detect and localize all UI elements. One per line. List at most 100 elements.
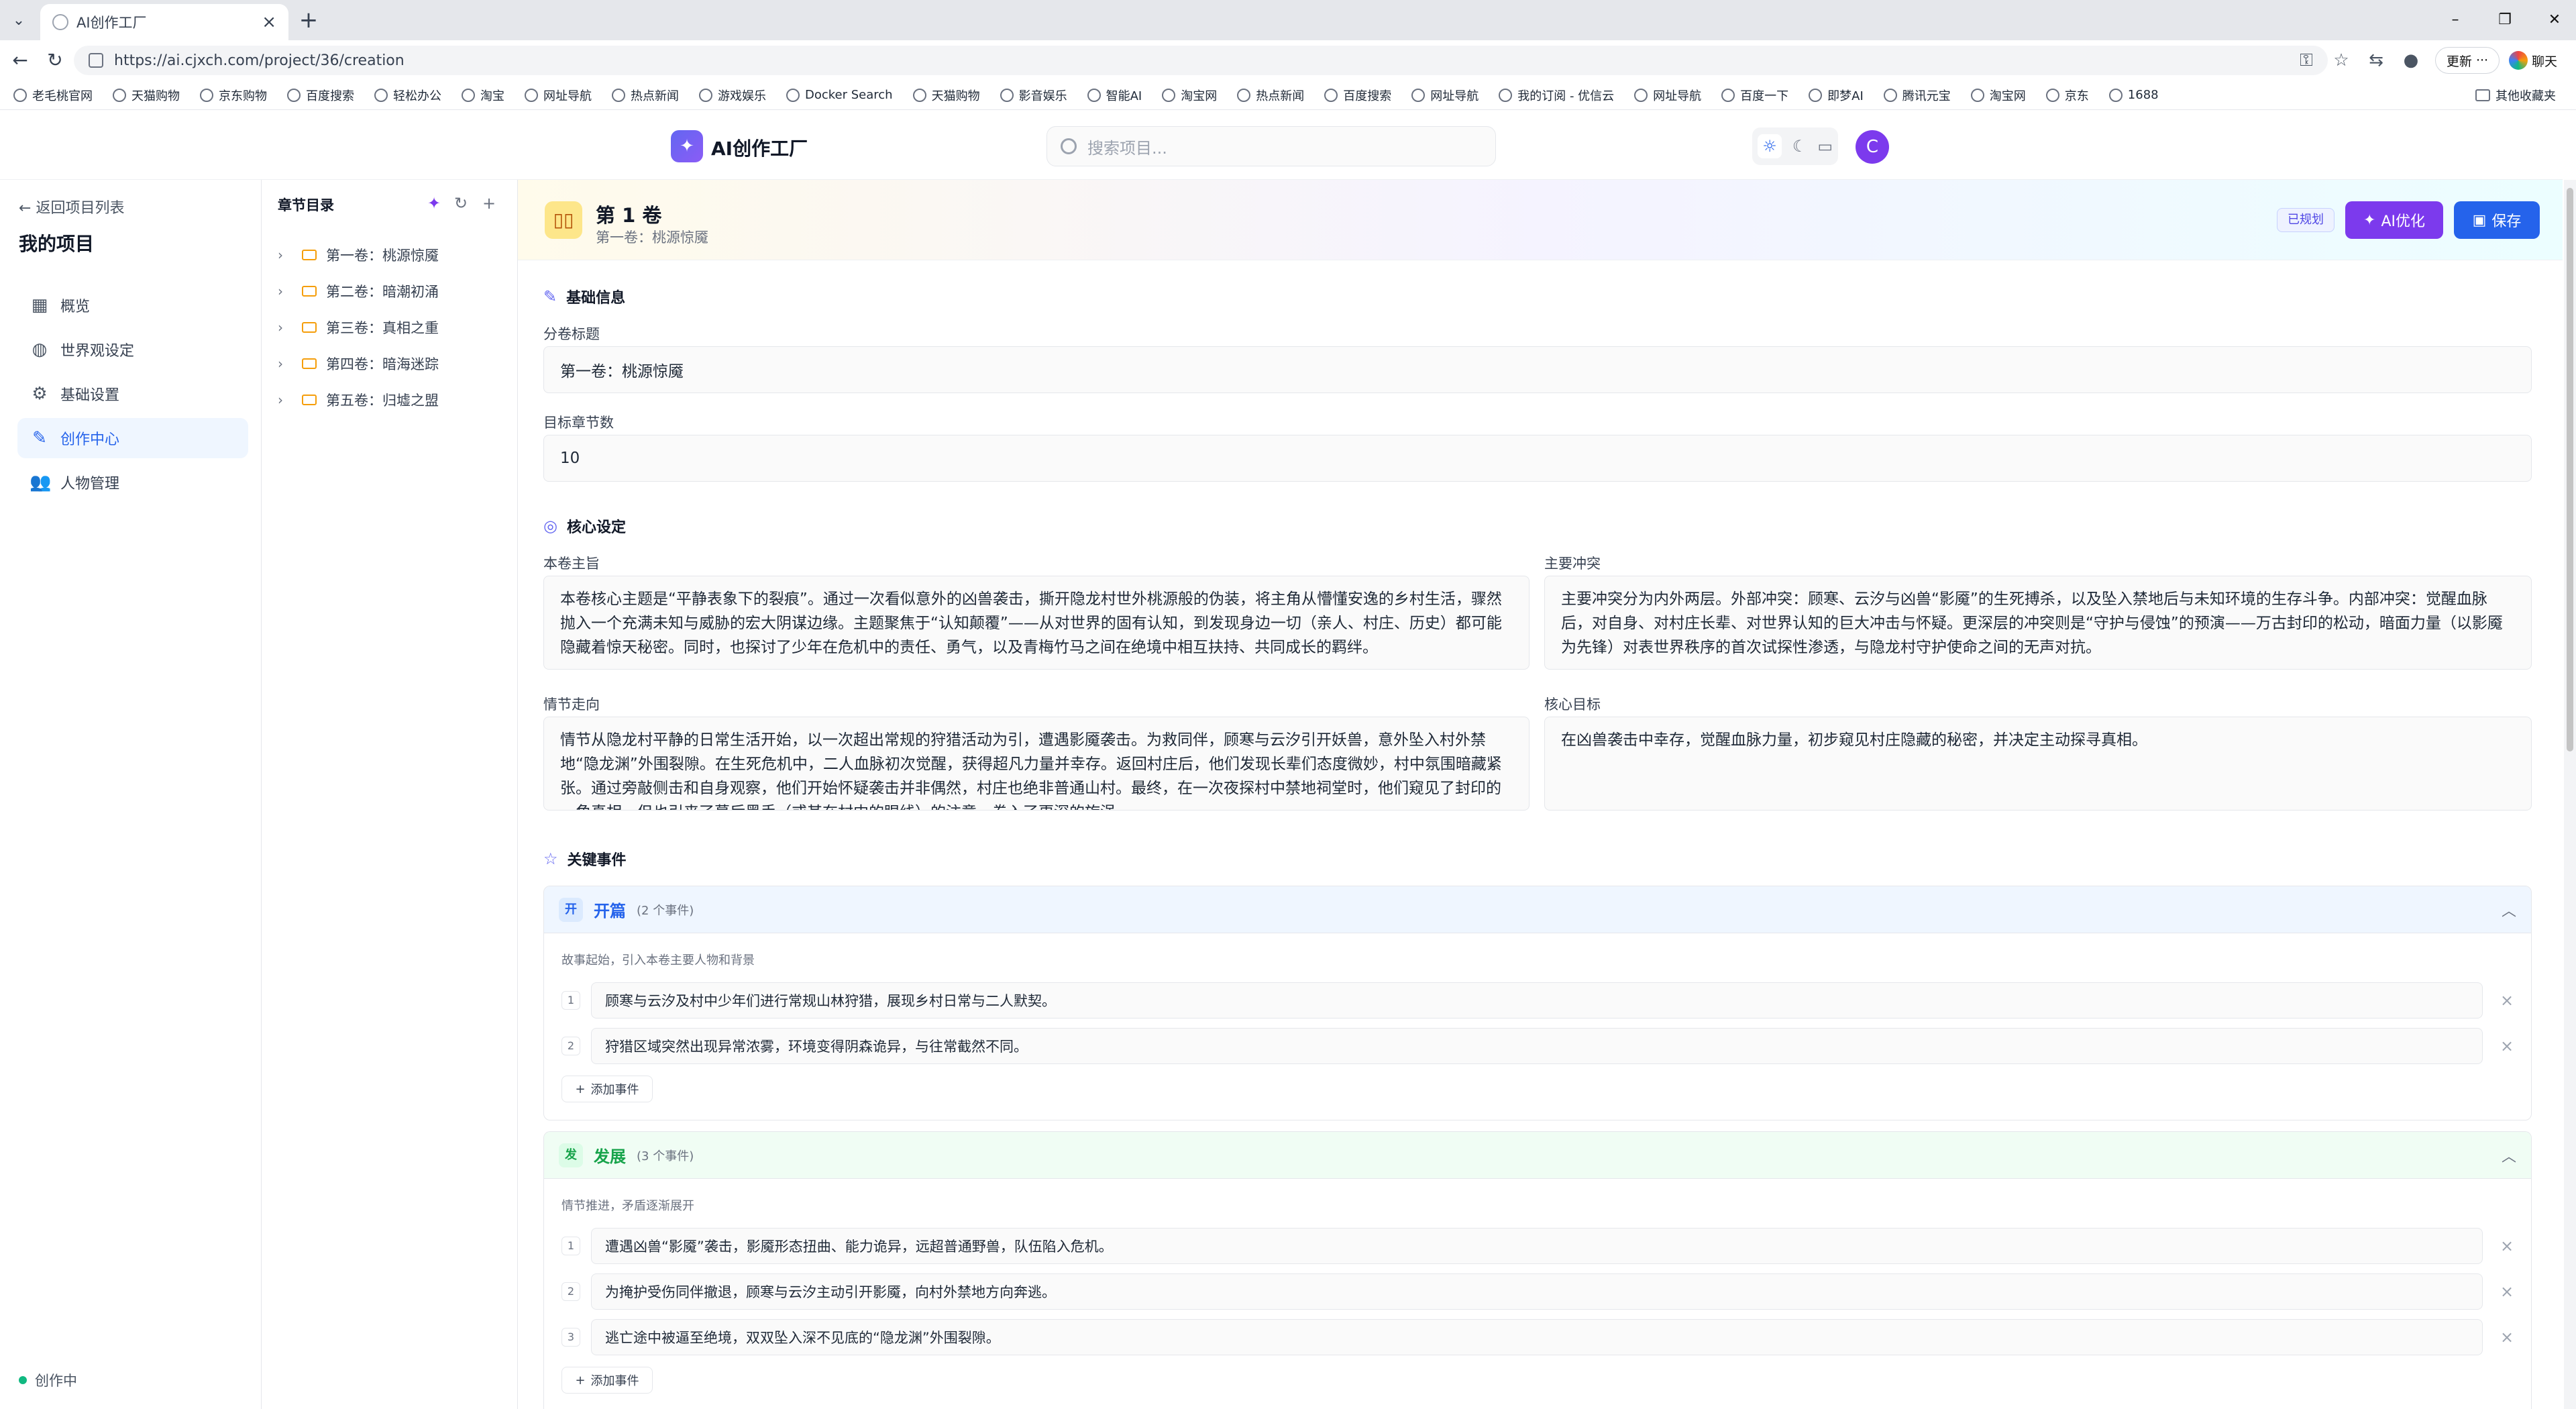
sidebar-item-overview[interactable]: ▦ 概览 bbox=[17, 285, 248, 325]
chapter-item[interactable]: › 第一卷：桃源惊魇 bbox=[278, 240, 439, 270]
status-dot bbox=[19, 1376, 27, 1384]
tab-favicon-icon bbox=[52, 14, 68, 30]
section-basic-info: ✎ 基础信息 bbox=[543, 287, 626, 307]
event-input[interactable]: 顾寒与云汐及村中少年们进行常规山林狩猎，展现乡村日常与二人默契。 bbox=[591, 982, 2483, 1019]
chat-button[interactable]: 聊天 bbox=[2509, 47, 2571, 74]
bookmark-item[interactable]: 影音娱乐 bbox=[1000, 87, 1067, 104]
remove-event-icon[interactable]: × bbox=[2500, 1037, 2514, 1055]
minimize-icon[interactable]: – bbox=[2435, 8, 2475, 32]
plus-icon: + bbox=[575, 1082, 586, 1096]
bookmark-item[interactable]: 腾讯元宝 bbox=[1883, 87, 1951, 104]
chapter-item[interactable]: › 第二卷：暗潮初涌 bbox=[278, 276, 439, 307]
search-input[interactable]: 搜索项目... bbox=[1046, 126, 1496, 166]
bookmark-item[interactable]: 淘宝 bbox=[462, 87, 504, 104]
bookmark-item[interactable]: 天猫购物 bbox=[113, 87, 180, 104]
bookmark-item[interactable]: 轻松办公 bbox=[374, 87, 441, 104]
plot-textarea[interactable]: 情节从隐龙村平静的日常生活开始，以一次超出常规的狩猎活动为引，遭遇影魇袭击。为救… bbox=[543, 717, 1529, 811]
globe-icon bbox=[699, 88, 712, 102]
browser-tab[interactable]: AI创作工厂 × bbox=[40, 4, 288, 40]
restore-icon[interactable]: ❐ bbox=[2485, 8, 2525, 32]
bookmark-item[interactable]: 我的订阅 - 优信云 bbox=[1499, 87, 1614, 104]
event-row: 2 为掩护受伤同伴撤退，顾寒与云汐主动引开影魇，向村外禁地方向奔逃。 × bbox=[561, 1269, 2531, 1314]
close-window-icon[interactable]: ✕ bbox=[2534, 8, 2575, 32]
folder-icon bbox=[302, 250, 317, 260]
sidebar-item-creation[interactable]: ✎ 创作中心 bbox=[17, 418, 248, 458]
chevron-right-icon: › bbox=[278, 356, 283, 372]
event-input[interactable]: 遭遇凶兽“影魇”袭击，影魇形态扭曲、能力诡异，远超普通野兽，队伍陷入危机。 bbox=[591, 1228, 2483, 1264]
light-theme-icon[interactable]: ☼ bbox=[1757, 134, 1782, 158]
update-button[interactable]: 更新 ··· bbox=[2435, 47, 2500, 74]
stage-header[interactable]: 发 发展 (3 个事件) ︿ bbox=[544, 1132, 2531, 1179]
avatar[interactable]: C bbox=[1856, 130, 1889, 164]
chevron-up-icon[interactable]: ︿ bbox=[2502, 899, 2516, 921]
chevron-right-icon: › bbox=[278, 392, 283, 408]
event-input[interactable]: 狩猎区域突然出现异常浓雾，环境变得阴森诡异，与往常截然不同。 bbox=[591, 1028, 2483, 1064]
globe-icon bbox=[2045, 88, 2059, 102]
app-title: AI创作工厂 bbox=[711, 138, 808, 160]
add-chapter-icon[interactable]: + bbox=[478, 192, 500, 215]
ai-optimize-button[interactable]: ✦ AI优化 bbox=[2345, 201, 2443, 239]
bookmark-item[interactable]: 热点新闻 bbox=[1237, 87, 1304, 104]
bookmark-item[interactable]: 淘宝网 bbox=[1970, 87, 2026, 104]
sidebar-item-worldview[interactable]: ◍ 世界观设定 bbox=[17, 329, 248, 370]
stage-development: 发 发展 (3 个事件) ︿ 情节推进，矛盾逐渐展开 1 遭遇凶兽“影魇”袭击，影… bbox=[543, 1131, 2532, 1409]
chapter-item[interactable]: › 第四卷：暗海迷踪 bbox=[278, 348, 439, 379]
back-to-projects-link[interactable]: ← 返回项目列表 bbox=[19, 196, 124, 217]
theme-textarea[interactable]: 本卷核心主题是“平静表象下的裂痕”。通过一次看似意外的凶兽袭击，撕开隐龙村世外桃… bbox=[543, 576, 1529, 670]
key-icon[interactable]: ⚿ bbox=[2294, 48, 2318, 72]
save-button[interactable]: ▣ 保存 bbox=[2454, 201, 2540, 239]
bookmark-item[interactable]: 百度搜索 bbox=[1324, 87, 1391, 104]
sidebar-item-settings[interactable]: ⚙ 基础设置 bbox=[17, 374, 248, 414]
reload-icon[interactable]: ↻ bbox=[42, 48, 68, 72]
bookmark-item[interactable]: 百度一下 bbox=[1721, 87, 1788, 104]
remove-event-icon[interactable]: × bbox=[2500, 1328, 2514, 1347]
bookmark-item[interactable]: 京东购物 bbox=[200, 87, 267, 104]
bookmark-item[interactable]: 天猫购物 bbox=[912, 87, 980, 104]
bookmark-item[interactable]: 网址导航 bbox=[525, 87, 592, 104]
add-event-button[interactable]: + 添加事件 bbox=[561, 1367, 653, 1394]
dark-theme-icon[interactable]: ☾ bbox=[1792, 137, 1807, 156]
tab-list-icon[interactable]: ⌄ bbox=[5, 8, 32, 34]
bookmark-item[interactable]: 1688 bbox=[2108, 88, 2159, 102]
chapter-item[interactable]: › 第五卷：归墟之盟 bbox=[278, 384, 439, 415]
close-tab-icon[interactable]: × bbox=[262, 12, 276, 32]
bookmark-item[interactable]: 即梦AI bbox=[1809, 87, 1864, 104]
event-input[interactable]: 逃亡途中被逼至绝境，双双坠入深不见底的“隐龙渊”外围裂隙。 bbox=[591, 1319, 2483, 1355]
bookmark-item[interactable]: 百度搜索 bbox=[287, 87, 354, 104]
chapter-item[interactable]: › 第三卷：真相之重 bbox=[278, 312, 439, 343]
url-field[interactable]: https://ai.cjxch.com/project/36/creation bbox=[74, 46, 2328, 75]
event-input[interactable]: 为掩护受伤同伴撤退，顾寒与云汐主动引开影魇，向村外禁地方向奔逃。 bbox=[591, 1273, 2483, 1310]
remove-event-icon[interactable]: × bbox=[2500, 1282, 2514, 1301]
refresh-icon[interactable]: ↻ bbox=[449, 192, 472, 215]
bookmark-item[interactable]: Docker Search bbox=[786, 88, 893, 102]
site-info-icon[interactable] bbox=[89, 53, 103, 68]
ai-generate-icon[interactable]: ✦ bbox=[423, 192, 445, 215]
bookmark-item[interactable]: 淘宝网 bbox=[1162, 87, 1217, 104]
stage-header[interactable]: 开 开篇 (2 个事件) ︿ bbox=[544, 886, 2531, 933]
target-chapters-field[interactable]: 10 bbox=[543, 435, 2532, 482]
bookmark-item[interactable]: 游戏娱乐 bbox=[699, 87, 766, 104]
bookmark-item[interactable]: 智能AI bbox=[1087, 87, 1142, 104]
back-icon[interactable]: ← bbox=[7, 48, 34, 72]
bookmark-item[interactable]: 网址导航 bbox=[1411, 87, 1479, 104]
bookmark-item[interactable]: 热点新闻 bbox=[612, 87, 679, 104]
other-bookmarks[interactable]: 其他收藏夹 bbox=[2475, 81, 2556, 110]
bookmark-item[interactable]: 京东 bbox=[2045, 87, 2089, 104]
volume-title-field[interactable]: 第一卷：桃源惊魇 bbox=[543, 346, 2532, 393]
favorite-star-icon[interactable]: ☆ bbox=[2329, 48, 2353, 72]
collections-icon[interactable]: ⇆ bbox=[2364, 48, 2388, 72]
bookmark-item[interactable]: 网址导航 bbox=[1634, 87, 1701, 104]
profile-icon[interactable]: ● bbox=[2399, 48, 2423, 72]
bookmark-item[interactable]: 老毛桃官网 bbox=[13, 87, 93, 104]
sidebar-item-characters[interactable]: 👥 人物管理 bbox=[17, 462, 248, 503]
add-event-button[interactable]: + 添加事件 bbox=[561, 1076, 653, 1102]
scrollbar-thumb[interactable] bbox=[2567, 188, 2573, 751]
new-tab-icon[interactable]: + bbox=[295, 7, 322, 34]
goal-textarea[interactable]: 在凶兽袭击中幸存，觉醒血脉力量，初步窥见村庄隐藏的秘密，并决定主动探寻真相。 bbox=[1544, 717, 2532, 811]
remove-event-icon[interactable]: × bbox=[2500, 1237, 2514, 1255]
system-theme-icon[interactable]: ▭ bbox=[1817, 137, 1833, 156]
chevron-up-icon[interactable]: ︿ bbox=[2502, 1145, 2516, 1166]
conflict-textarea[interactable]: 主要冲突分为内外两层。外部冲突：顾寒、云汐与凶兽“影魇”的生死搏杀，以及坠入禁地… bbox=[1544, 576, 2532, 670]
target-icon: ◎ bbox=[543, 517, 557, 535]
remove-event-icon[interactable]: × bbox=[2500, 991, 2514, 1010]
